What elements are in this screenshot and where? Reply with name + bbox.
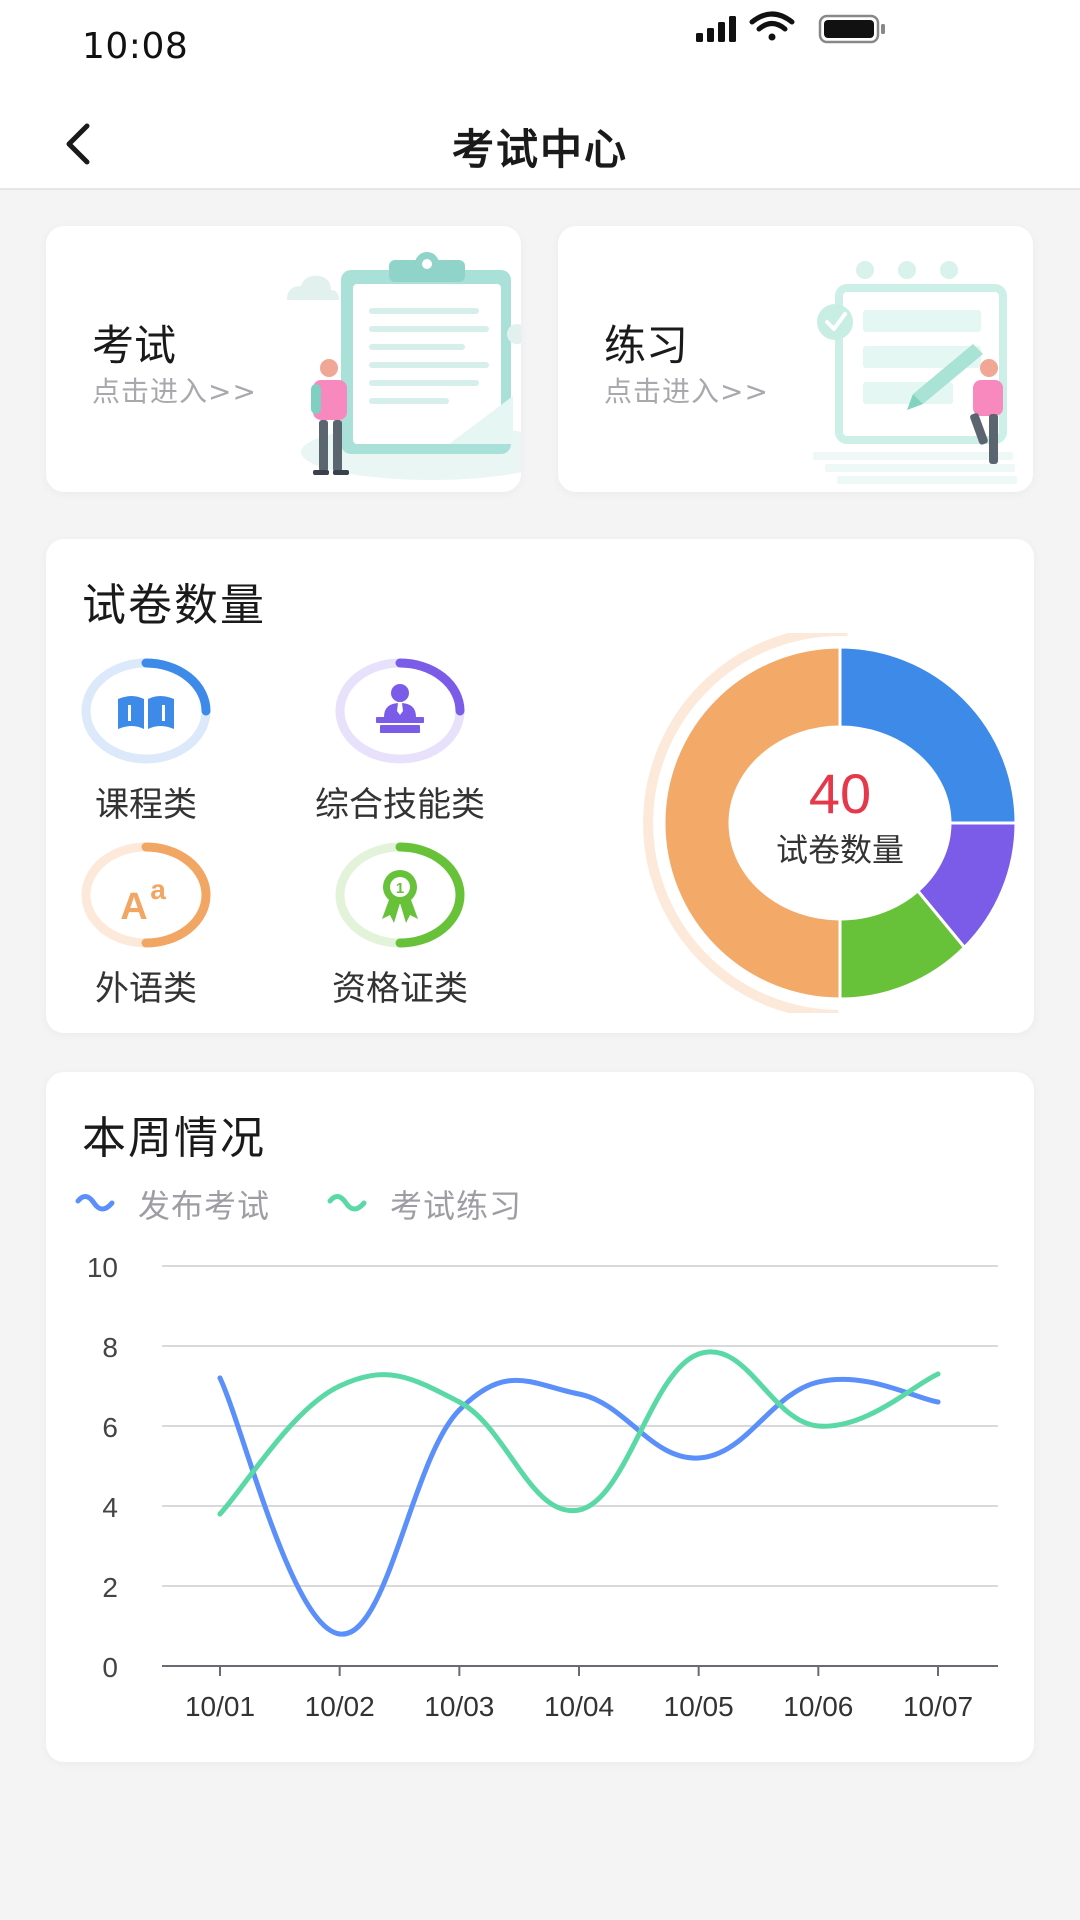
legend-item-publish-exam[interactable]: 发布考试 — [74, 1181, 270, 1227]
data-point — [576, 1391, 582, 1397]
nav-bar: 考试中心 — [0, 96, 1080, 190]
legend-label: 发布考试 — [138, 1187, 271, 1225]
x-tick-label: 10/07 — [903, 1691, 973, 1722]
category-language-label: 外语类 — [95, 969, 197, 1009]
svg-text:a: a — [150, 874, 166, 905]
data-point — [217, 1511, 223, 1517]
legend-item-exam-practice[interactable]: 考试练习 — [326, 1181, 522, 1227]
exam-entry-title: 考试 — [92, 321, 177, 370]
signal-icon — [696, 16, 736, 42]
data-point — [337, 1383, 343, 1389]
exam-clipboard-illustration — [287, 252, 521, 480]
practice-entry-title: 练习 — [604, 321, 689, 370]
y-tick-label: 2 — [102, 1572, 118, 1603]
award-ribbon-icon: 1 — [382, 870, 418, 923]
y-tick-label: 0 — [102, 1652, 118, 1683]
data-point — [456, 1399, 462, 1405]
practice-entry-card[interactable]: 练习 点击进入>> — [558, 226, 1033, 492]
x-tick-label: 10/06 — [783, 1691, 853, 1722]
practice-board-illustration — [813, 261, 1017, 484]
wave-icon — [327, 1194, 367, 1212]
status-icons — [696, 11, 885, 44]
teacher-icon — [376, 684, 424, 733]
svg-text:1: 1 — [396, 880, 404, 897]
x-tick-label: 10/02 — [305, 1691, 375, 1722]
paper-count-card: 试卷数量 课程类 综合技能类 A a 外语类 1 资格证类 40 试卷数量 — [46, 539, 1034, 1033]
wave-icon — [75, 1194, 115, 1212]
exam-entry-card[interactable]: 考试 点击进入>> — [46, 226, 521, 492]
x-tick-label: 10/03 — [424, 1691, 494, 1722]
category-certificate-ring: 1 — [335, 842, 465, 948]
battery-icon — [818, 14, 885, 44]
y-tick-label: 10 — [87, 1252, 118, 1283]
legend-wave-stroke — [75, 1194, 115, 1212]
series-line — [217, 1349, 941, 1517]
category-certificate[interactable]: 1 资格证类 — [300, 839, 500, 1010]
book-icon — [118, 696, 174, 729]
category-language[interactable]: A a 外语类 — [46, 839, 246, 1010]
status-bar: 10:08 — [0, 0, 1080, 96]
category-skills[interactable]: 综合技能类 — [300, 655, 500, 826]
data-point — [696, 1455, 702, 1461]
language-icon: A a — [120, 874, 166, 928]
category-skills-ring — [335, 658, 465, 764]
practice-entry-subtitle: 点击进入>> — [604, 375, 769, 408]
y-tick-label: 6 — [102, 1412, 118, 1443]
legend-label: 考试练习 — [390, 1187, 523, 1225]
paper-count-title: 试卷数量 — [82, 580, 266, 631]
data-point — [935, 1371, 941, 1377]
category-language-ring: A a — [81, 842, 211, 948]
data-point — [217, 1375, 223, 1381]
chart-legend: 发布考试 考试练习 — [74, 1182, 578, 1226]
category-certificate-label: 资格证类 — [332, 969, 468, 1009]
category-skills-label: 综合技能类 — [315, 785, 485, 825]
ring-progress — [395, 658, 465, 716]
data-point — [815, 1379, 821, 1385]
weekly-line-chart: 0 2 4 6 8 10 10/01 10/02 10/03 10/04 10/05 10/06 10/… — [87, 1252, 998, 1722]
data-point — [815, 1423, 821, 1429]
data-point — [337, 1631, 343, 1637]
weekly-summary-card: 本周情况 发布考试 考试练习 0 2 4 6 8 10 10/01 10/02 10/03 10/… — [46, 1072, 1034, 1762]
status-time: 10:08 — [82, 26, 189, 67]
y-tick-label: 4 — [102, 1492, 118, 1523]
exam-entry-subtitle: 点击进入>> — [92, 375, 257, 408]
donut-total-value: 40 — [809, 762, 871, 825]
x-tick-label: 10/04 — [544, 1691, 614, 1722]
wifi-icon — [749, 11, 795, 41]
y-tick-label: 8 — [102, 1332, 118, 1363]
donut-center-label: 试卷数量 — [776, 831, 904, 869]
paper-count-donut-chart: 40 试卷数量 — [643, 633, 1016, 1013]
category-course[interactable]: 课程类 — [46, 655, 246, 826]
data-point — [576, 1507, 582, 1513]
x-tick-label: 10/05 — [664, 1691, 734, 1722]
page-title: 考试中心 — [451, 125, 628, 174]
data-point — [456, 1407, 462, 1413]
category-course-ring — [81, 658, 211, 764]
data-point — [935, 1399, 941, 1405]
x-tick-label: 10/01 — [185, 1691, 255, 1722]
weekly-summary-title: 本周情况 — [82, 1113, 266, 1164]
data-point — [696, 1351, 702, 1357]
category-course-label: 课程类 — [95, 785, 197, 825]
svg-text:A: A — [120, 886, 147, 928]
legend-wave-stroke — [327, 1194, 367, 1212]
